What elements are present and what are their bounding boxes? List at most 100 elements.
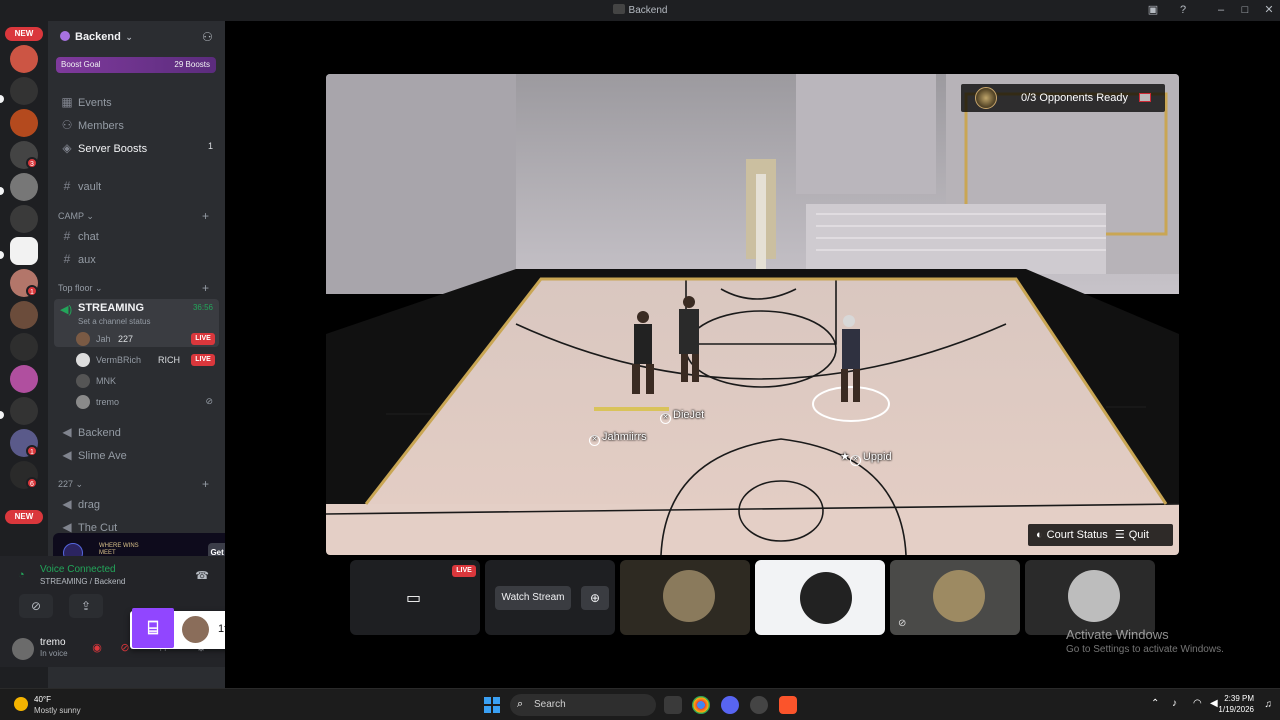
title-bar: Backend ▣ ? – □ ✕ [0, 0, 1280, 21]
channel-backend[interactable]: ◀ Backend [54, 421, 219, 441]
channel-vault[interactable]: # vault [54, 175, 219, 195]
server-icon[interactable] [10, 365, 38, 393]
channel-drag[interactable]: ◀ drag [54, 493, 219, 513]
signal-icon[interactable]: ◔ [18, 569, 25, 581]
mention-badge: 3 [26, 157, 38, 169]
controller-icon[interactable]: ◉ [90, 641, 104, 655]
opponents-ready-banner: 0/3 Opponents Ready [961, 84, 1165, 112]
xbox-icon: ✕ [849, 455, 861, 466]
brave-icon[interactable] [779, 696, 797, 714]
guild-header[interactable]: Backend ⌄ ⚇ [48, 21, 225, 55]
watch-stream-button[interactable]: Watch Stream [495, 586, 571, 610]
category-camp[interactable]: CAMP ⌄ + [58, 209, 209, 223]
new-badge: NEW [5, 27, 43, 41]
speaker-icon: ◀ [62, 448, 72, 462]
unread-indicator [0, 411, 4, 419]
server-icon[interactable] [10, 301, 38, 329]
unread-indicator [0, 187, 4, 195]
notification-bell-icon[interactable]: ♫ [1265, 699, 1273, 710]
voice-user[interactable]: tremo ⊘ [76, 394, 219, 412]
popout-icon[interactable]: ⊕ [581, 586, 609, 610]
minimize-button[interactable]: – [1213, 3, 1229, 18]
avatar [76, 332, 90, 346]
voice-user[interactable]: VermBRich RICH LIVE [76, 352, 219, 370]
activate-windows-hint: Go to Settings to activate Windows. [1066, 644, 1224, 655]
avatar [76, 395, 90, 409]
help-icon[interactable]: ? [1175, 3, 1191, 18]
participant-tile-speaking[interactable] [755, 560, 885, 635]
server-icon[interactable] [10, 45, 38, 73]
channel-aux[interactable]: # aux [54, 248, 219, 268]
add-channel-icon[interactable]: + [202, 209, 209, 223]
server-icon[interactable] [10, 109, 38, 137]
discord-icon[interactable] [721, 696, 739, 714]
add-channel-icon[interactable]: + [202, 477, 209, 491]
taskbar-search[interactable]: ⌕ Search [510, 694, 656, 716]
boost-icon: ◈ [62, 141, 72, 155]
server-icon[interactable] [10, 397, 38, 425]
stream-tile: Watch Stream ⊕ [485, 560, 615, 635]
microphone-icon[interactable]: ♪ [1172, 698, 1177, 709]
speaker-icon: ◀ [62, 425, 72, 439]
server-icon[interactable] [10, 333, 38, 361]
taskbar: 40°F Mostly sunny ⌕ Search ⌃ ♪ ◠ ◀ 2:39 P… [0, 688, 1280, 720]
unread-indicator [0, 95, 4, 103]
clock[interactable]: 2:39 PM 1/19/2026 [1218, 693, 1254, 715]
avatar [76, 353, 90, 367]
twitch-logo-icon: ⌸ [132, 608, 174, 648]
server-icon[interactable] [10, 173, 38, 201]
voice-user[interactable]: MNK [76, 373, 219, 391]
basketball-court-scene [326, 74, 1179, 555]
app-icon[interactable] [750, 696, 768, 714]
task-view-icon[interactable] [664, 696, 682, 714]
app-icon [612, 4, 625, 14]
speaker-icon: ◀) [60, 304, 73, 316]
inbox-icon[interactable]: ▣ [1145, 3, 1161, 18]
invite-icon[interactable]: ⚇ [202, 30, 215, 44]
close-button[interactable]: ✕ [1261, 3, 1277, 18]
voice-user[interactable]: Jah 227 LIVE [76, 331, 219, 349]
participant-tile[interactable]: ⊘ [890, 560, 1020, 635]
server-icon[interactable] [10, 205, 38, 233]
channel-events[interactable]: ▦ Events [54, 91, 219, 111]
volume-icon[interactable]: ◀ [1210, 698, 1218, 709]
hash-icon: # [63, 179, 71, 193]
maximize-button[interactable]: □ [1237, 3, 1253, 18]
screen-share-tile[interactable]: LIVE ▭ [350, 560, 480, 635]
avatar [182, 616, 209, 643]
chrome-icon[interactable] [692, 696, 710, 714]
wifi-icon[interactable]: ◠ [1193, 698, 1202, 709]
court-status-bar[interactable]: ◐ Court Status ☰ Quit [1028, 524, 1173, 546]
mention-badge: 6 [26, 477, 38, 489]
participant-tiles: LIVE ▭ Watch Stream ⊕ ⊘ [350, 560, 1157, 635]
hash-icon: # [63, 229, 71, 243]
server-icon[interactable] [10, 237, 38, 265]
player-label: ✕ Jahmiirrs [589, 431, 647, 446]
participant-tile[interactable] [620, 560, 750, 635]
avatar [76, 374, 90, 388]
participant-tile[interactable] [1025, 560, 1155, 635]
server-icon[interactable] [10, 77, 38, 105]
avatar[interactable] [12, 638, 34, 660]
window-title: Backend [0, 4, 1280, 16]
boost-goal-bar[interactable]: Boost Goal 29 Boosts [56, 57, 216, 73]
disconnect-icon[interactable]: ☎ [195, 569, 209, 582]
game-stream-view[interactable]: 0/3 Opponents Ready ✕ DieJet ✕ Jahmiirrs ★… [326, 74, 1179, 555]
mention-badge: 1 [26, 445, 38, 457]
channel-server-boosts[interactable]: ◈ Server Boosts 1 [54, 137, 219, 157]
category-top-floor[interactable]: Top floor ⌄ + [58, 281, 209, 295]
camera-off-button[interactable]: ⊘ [19, 594, 53, 618]
channel-slime-ave[interactable]: ◀ Slime Ave [54, 444, 219, 464]
sun-icon [14, 697, 28, 711]
category-227[interactable]: 227 ⌄ + [58, 477, 209, 491]
screen-share-button[interactable]: ⇪ [69, 594, 103, 618]
channel-chat[interactable]: # chat [54, 225, 219, 245]
start-button[interactable] [484, 697, 500, 713]
unread-indicator [0, 251, 4, 259]
xbox-icon: ✕ [660, 413, 671, 424]
channel-members[interactable]: ⚇ Members [54, 114, 219, 134]
add-channel-icon[interactable]: + [202, 281, 209, 295]
avatar [933, 570, 985, 622]
chevron-up-icon[interactable]: ⌃ [1151, 698, 1159, 709]
calendar-icon: ▦ [61, 95, 73, 109]
